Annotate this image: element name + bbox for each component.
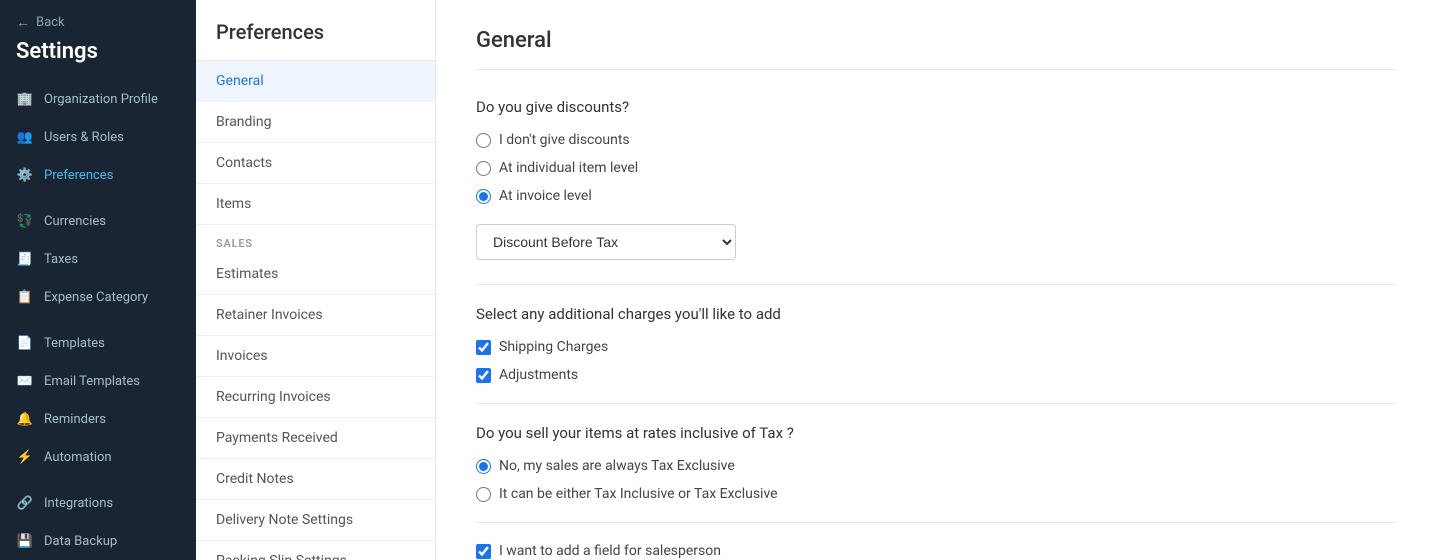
page-title: General (476, 28, 1396, 70)
pref-item-contacts[interactable]: Contacts (196, 143, 435, 184)
sidebar-item-label: Organization Profile (44, 92, 158, 107)
radio-tax-exclusive[interactable]: No, my sales are always Tax Exclusive (476, 458, 1396, 474)
back-link[interactable]: ← Back (0, 0, 196, 39)
currencies-icon: 💱 (16, 212, 34, 230)
taxes-icon: 🧾 (16, 250, 34, 268)
pref-item-packing-slip-settings[interactable]: Packing Slip Settings (196, 541, 435, 560)
checkbox-adjustments[interactable]: Adjustments (476, 367, 1396, 383)
sales-section-label: SALES (196, 225, 435, 254)
sidebar-item-label: Data Backup (44, 534, 117, 549)
preferences-panel: Preferences General Branding Contacts It… (196, 0, 436, 560)
sidebar-item-label: Integrations (44, 496, 113, 511)
radio-invoice-level-input[interactable] (476, 189, 491, 204)
radio-individual-item-input[interactable] (476, 161, 491, 176)
data-backup-icon: 💾 (16, 532, 34, 550)
radio-individual-item[interactable]: At individual item level (476, 160, 1396, 176)
radio-no-discount[interactable]: I don't give discounts (476, 132, 1396, 148)
checkbox-salesperson-input[interactable] (476, 544, 491, 559)
sidebar-item-users-roles[interactable]: 👥 Users & Roles (0, 118, 196, 156)
radio-no-discount-label: I don't give discounts (499, 132, 630, 148)
additional-charges-section: Select any additional charges you'll lik… (476, 305, 1396, 383)
discount-radio-group: I don't give discounts At individual ite… (476, 132, 1396, 204)
pref-item-items[interactable]: Items (196, 184, 435, 225)
checkbox-shipping-input[interactable] (476, 340, 491, 355)
pref-item-delivery-note-settings[interactable]: Delivery Note Settings (196, 500, 435, 541)
settings-title: Settings (0, 39, 196, 80)
radio-invoice-level-label: At invoice level (499, 188, 592, 204)
section-divider-1 (476, 284, 1396, 285)
expense-category-icon: 📋 (16, 288, 34, 306)
radio-tax-either-label: It can be either Tax Inclusive or Tax Ex… (499, 486, 778, 502)
sidebar-item-label: Expense Category (44, 290, 148, 305)
preferences-panel-title: Preferences (196, 0, 435, 61)
sidebar-item-preferences[interactable]: ⚙️ Preferences (0, 156, 196, 194)
section-divider-3 (476, 522, 1396, 523)
discount-type-dropdown[interactable]: Discount Before Tax Discount After Tax (476, 224, 736, 260)
email-templates-icon: ✉️ (16, 372, 34, 390)
radio-tax-exclusive-label: No, my sales are always Tax Exclusive (499, 458, 735, 474)
radio-invoice-level[interactable]: At invoice level (476, 188, 1396, 204)
pref-item-branding[interactable]: Branding (196, 102, 435, 143)
checkbox-shipping-label: Shipping Charges (499, 339, 608, 355)
sidebar-item-label: Taxes (44, 252, 78, 267)
sidebar-item-label: Preferences (44, 168, 113, 183)
automation-icon: ⚡ (16, 448, 34, 466)
sidebar-item-integrations[interactable]: 🔗 Integrations (0, 484, 196, 522)
discount-question: Do you give discounts? (476, 98, 1396, 116)
checkbox-shipping-charges[interactable]: Shipping Charges (476, 339, 1396, 355)
additional-charges-checkboxes: Shipping Charges Adjustments (476, 339, 1396, 383)
salesperson-checkboxes: I want to add a field for salesperson (476, 543, 1396, 559)
org-profile-icon: 🏢 (16, 90, 34, 108)
sidebar-item-currencies[interactable]: 💱 Currencies (0, 202, 196, 240)
radio-tax-exclusive-input[interactable] (476, 459, 491, 474)
back-label: Back (36, 15, 65, 30)
pref-item-estimates[interactable]: Estimates (196, 254, 435, 295)
discount-section: Do you give discounts? I don't give disc… (476, 98, 1396, 264)
sidebar-item-templates[interactable]: 📄 Templates (0, 324, 196, 362)
radio-individual-item-label: At individual item level (499, 160, 638, 176)
radio-tax-either[interactable]: It can be either Tax Inclusive or Tax Ex… (476, 486, 1396, 502)
section-divider-2 (476, 403, 1396, 404)
left-sidebar: ← Back Settings 🏢 Organization Profile 👥… (0, 0, 196, 560)
sidebar-item-expense-category[interactable]: 📋 Expense Category (0, 278, 196, 316)
sidebar-item-reminders[interactable]: 🔔 Reminders (0, 400, 196, 438)
radio-tax-either-input[interactable] (476, 487, 491, 502)
pref-item-retainer-invoices[interactable]: Retainer Invoices (196, 295, 435, 336)
radio-no-discount-input[interactable] (476, 133, 491, 148)
checkbox-salesperson-label: I want to add a field for salesperson (499, 543, 721, 559)
integrations-icon: 🔗 (16, 494, 34, 512)
preferences-icon: ⚙️ (16, 166, 34, 184)
sidebar-item-label: Currencies (44, 214, 106, 229)
sidebar-item-label: Email Templates (44, 374, 140, 389)
additional-charges-question: Select any additional charges you'll lik… (476, 305, 1396, 323)
sidebar-item-org-profile[interactable]: 🏢 Organization Profile (0, 80, 196, 118)
templates-icon: 📄 (16, 334, 34, 352)
checkbox-adjustments-label: Adjustments (499, 367, 578, 383)
pref-item-payments-received[interactable]: Payments Received (196, 418, 435, 459)
reminders-icon: 🔔 (16, 410, 34, 428)
tax-section: Do you sell your items at rates inclusiv… (476, 424, 1396, 502)
sidebar-item-automation[interactable]: ⚡ Automation (0, 438, 196, 476)
sidebar-item-data-backup[interactable]: 💾 Data Backup (0, 522, 196, 560)
salesperson-section: I want to add a field for salesperson (476, 543, 1396, 559)
sidebar-item-email-templates[interactable]: ✉️ Email Templates (0, 362, 196, 400)
tax-question: Do you sell your items at rates inclusiv… (476, 424, 1396, 442)
main-content: General Do you give discounts? I don't g… (436, 0, 1436, 560)
sidebar-item-label: Users & Roles (44, 130, 124, 145)
sidebar-item-taxes[interactable]: 🧾 Taxes (0, 240, 196, 278)
sidebar-item-label: Templates (44, 336, 105, 351)
pref-item-invoices[interactable]: Invoices (196, 336, 435, 377)
pref-item-recurring-invoices[interactable]: Recurring Invoices (196, 377, 435, 418)
checkbox-salesperson[interactable]: I want to add a field for salesperson (476, 543, 1396, 559)
pref-item-general[interactable]: General (196, 61, 435, 102)
sidebar-item-label: Automation (44, 450, 112, 465)
tax-radio-group: No, my sales are always Tax Exclusive It… (476, 458, 1396, 502)
users-roles-icon: 👥 (16, 128, 34, 146)
pref-item-credit-notes[interactable]: Credit Notes (196, 459, 435, 500)
back-arrow-icon: ← (16, 14, 30, 31)
checkbox-adjustments-input[interactable] (476, 368, 491, 383)
sidebar-item-label: Reminders (44, 412, 106, 427)
